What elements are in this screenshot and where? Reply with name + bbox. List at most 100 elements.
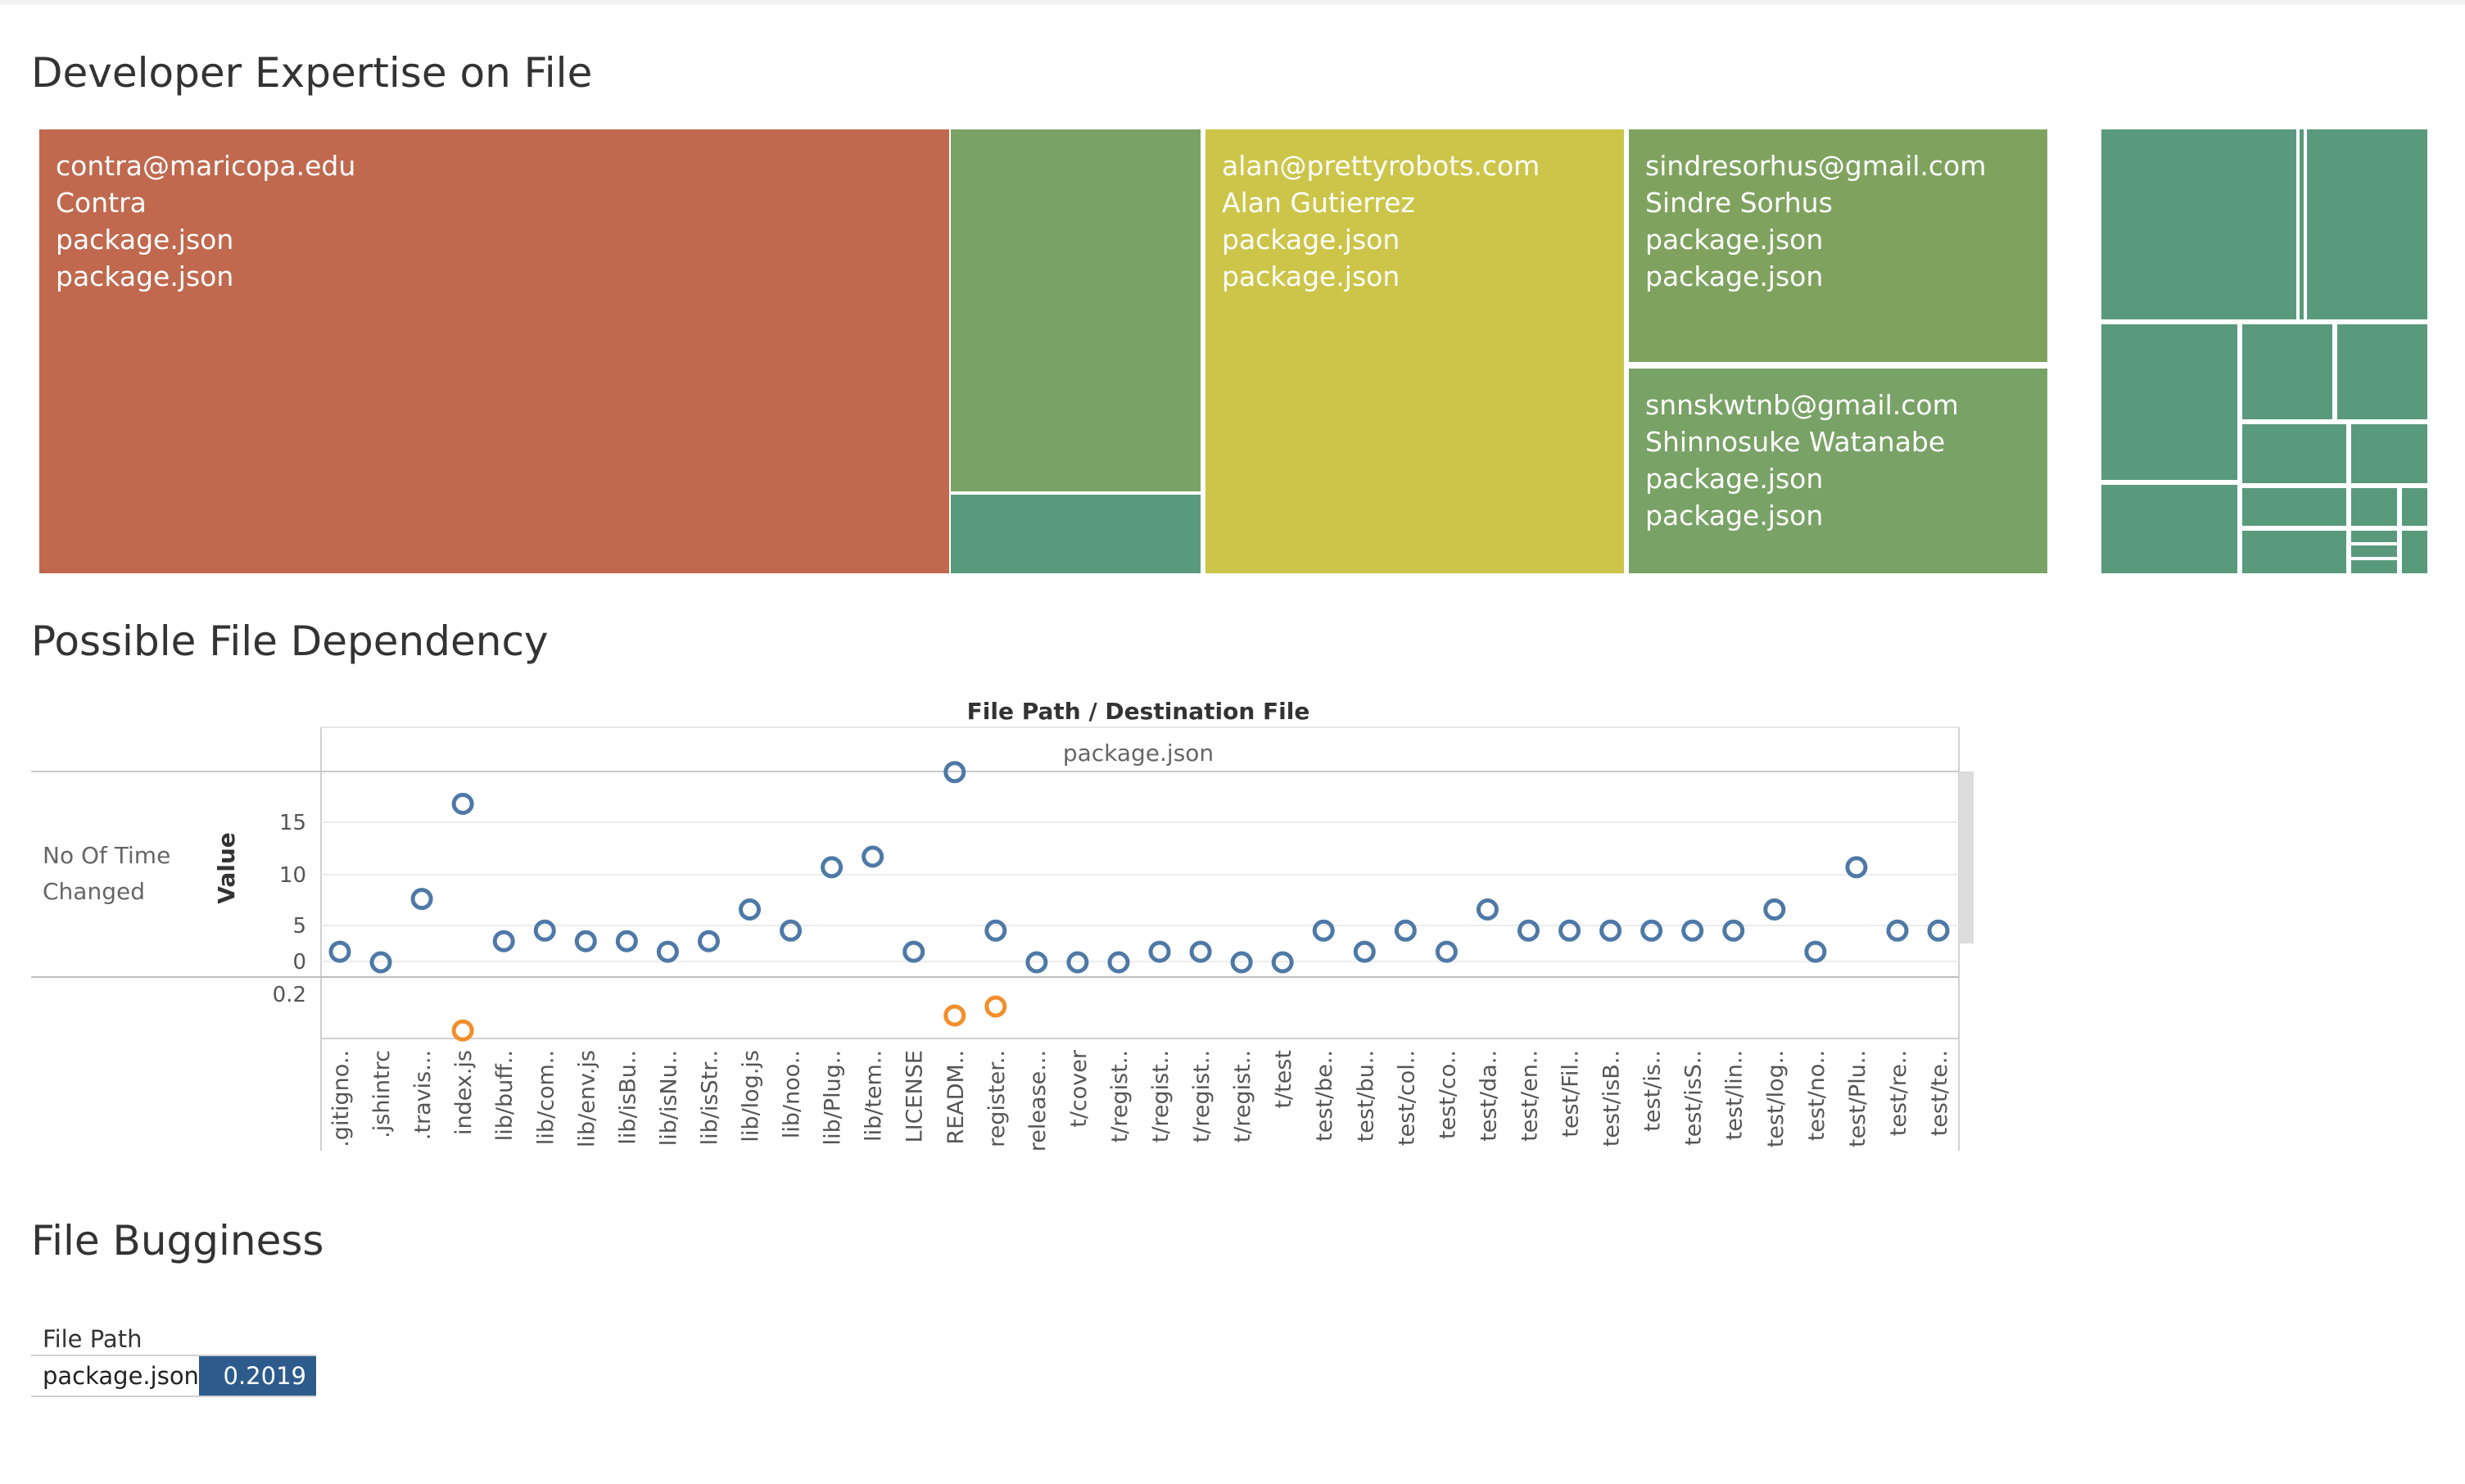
treemap-tile-small[interactable] [2242,488,2346,526]
x-axis-labels: .gitigno.. .jshintrc .travis... index.js lib… [328,1049,1952,1151]
treemap-tile-sindre[interactable]: sindresorhus@gmail.com Sindre Sorhus pac… [1629,129,2047,362]
x-tick-label: test/co.. [1435,1050,1460,1139]
treemap-tile-small[interactable] [2101,129,2296,319]
treemap-tile-small[interactable] [2307,129,2427,319]
treemap-tile-small[interactable] [2402,531,2427,573]
value-point[interactable] [1722,919,1745,942]
vertical-scrollbar[interactable] [1959,771,1974,943]
value-point[interactable] [328,940,351,963]
x-tick-label: test/en.. [1517,1050,1542,1142]
value-point[interactable] [1312,919,1335,942]
x-tick-label: test/bu.. [1353,1050,1378,1142]
row-label-line1: No Of Time [43,842,170,869]
value-point[interactable] [1353,940,1376,963]
x-tick-label: .travis... [410,1050,436,1140]
lower-pane-tick: 0.2 [273,983,306,1007]
treemap-tile-small[interactable] [2101,324,2237,480]
dependency-chart[interactable]: File Path / Destination File package.jso… [0,688,1982,1163]
value-point[interactable] [1845,856,1868,879]
treemap-tile-small[interactable] [2351,424,2427,483]
treemap-tile-snnskwtnb[interactable]: snnskwtnb@gmail.com Shinnosuke Watanabe … [1629,369,2047,573]
value-point[interactable] [862,845,884,868]
value-point[interactable] [451,793,474,815]
file-path-cell: package.json [43,1362,199,1390]
x-tick-label: test/Plu.. [1845,1050,1870,1147]
value-point[interactable] [1435,940,1458,963]
y-tick-label: 15 [279,811,306,835]
value-point[interactable] [656,940,679,963]
value-point[interactable] [1517,919,1540,942]
treemap-tile-small[interactable] [2242,531,2346,573]
x-tick-label: test/da.. [1476,1050,1501,1142]
x-tick-label: .gitigno.. [328,1050,354,1147]
value-point[interactable] [410,888,433,911]
x-tick-label: test/log.. [1763,1050,1789,1147]
x-tick-label: test/be.. [1312,1050,1337,1142]
value-point[interactable] [1148,940,1171,963]
bugginess-table: File Path package.json 0.2019 [31,1325,316,1397]
treemap-tile-contra[interactable]: contra@maricopa.edu Contra package.json … [39,129,949,573]
x-tick-label: test/Fil.. [1558,1050,1584,1138]
x-tick-label: lib/isNu.. [656,1050,681,1146]
treemap-tile-green-tall[interactable] [951,129,1201,491]
value-point[interactable] [902,940,925,963]
treemap-tile-small[interactable] [2351,560,2397,573]
value-point[interactable] [984,919,1007,942]
value-point[interactable] [1804,940,1827,963]
x-tick-label: t/regist.. [1107,1050,1133,1142]
treemap-tile-alan[interactable]: alan@prettyrobots.com Alan Gutierrez pac… [1205,129,1624,573]
value-point[interactable] [1927,919,1950,942]
treemap-tile-small[interactable] [2337,324,2427,419]
treemap-tile-small[interactable] [2351,488,2397,526]
treemap-tile-small[interactable] [2242,324,2332,419]
value-point[interactable] [533,919,556,942]
x-tick-label: release... [1025,1050,1051,1151]
value-point[interactable] [1394,919,1417,942]
y-tick-label: 0 [292,950,306,975]
value-point[interactable] [1681,919,1704,942]
value-point[interactable] [574,930,597,952]
treemap-tile-small[interactable] [2242,424,2346,483]
table-row[interactable]: package.json 0.2019 [31,1355,316,1397]
value-point[interactable] [1189,940,1212,963]
x-tick-label: lib/tem.. [862,1050,887,1142]
y-tick-label: 10 [279,863,306,888]
expertise-treemap[interactable]: contra@maricopa.edu Contra package.json … [39,129,2427,573]
value-point[interactable] [1763,898,1786,921]
treemap-tile-teal-short[interactable] [951,495,1201,573]
x-tick-label: test/te.. [1927,1050,1952,1136]
treemap-tile-small[interactable] [2351,545,2397,557]
value-point[interactable] [492,930,515,952]
value-point[interactable] [697,930,720,952]
value-point[interactable] [739,898,762,921]
probability-point[interactable] [984,995,1007,1018]
value-point[interactable] [1640,919,1663,942]
bug-table-header: File Path [43,1325,142,1353]
value-point[interactable] [821,856,844,879]
scatter-points [328,761,1950,1042]
value-point[interactable] [1558,919,1581,942]
treemap-tile-small[interactable] [2402,488,2427,526]
value-point[interactable] [1599,919,1622,942]
row-label-line2: Changed [43,878,145,905]
x-tick-label: lib/com.. [533,1050,559,1145]
value-point[interactable] [780,919,803,942]
x-tick-label: LICENSE [902,1050,928,1142]
probability-point[interactable] [451,1019,474,1042]
treemap-tile-small[interactable] [2351,531,2397,542]
x-tick-label: lib/noo.. [780,1050,805,1138]
y-axis-title: Value [213,832,240,904]
probability-point[interactable] [943,1004,966,1027]
x-tick-label: test/isS.. [1681,1050,1707,1146]
value-point[interactable] [1886,919,1909,942]
tile-label-alan: alan@prettyrobots.com Alan Gutierrez pac… [1222,150,1540,292]
x-tick-label: test/lin.. [1722,1050,1748,1140]
x-tick-label: test/col.. [1394,1050,1419,1146]
x-tick-label: lib/Plug.. [821,1050,846,1145]
value-point[interactable] [1476,898,1499,921]
treemap-tile-small[interactable] [2300,129,2304,319]
y-tick-label: 5 [292,914,306,939]
value-point[interactable] [615,930,638,952]
treemap-tile-small[interactable] [2101,485,2237,573]
tile-label-snnskwtnb: snnskwtnb@gmail.com Shinnosuke Watanabe … [1645,389,1959,532]
